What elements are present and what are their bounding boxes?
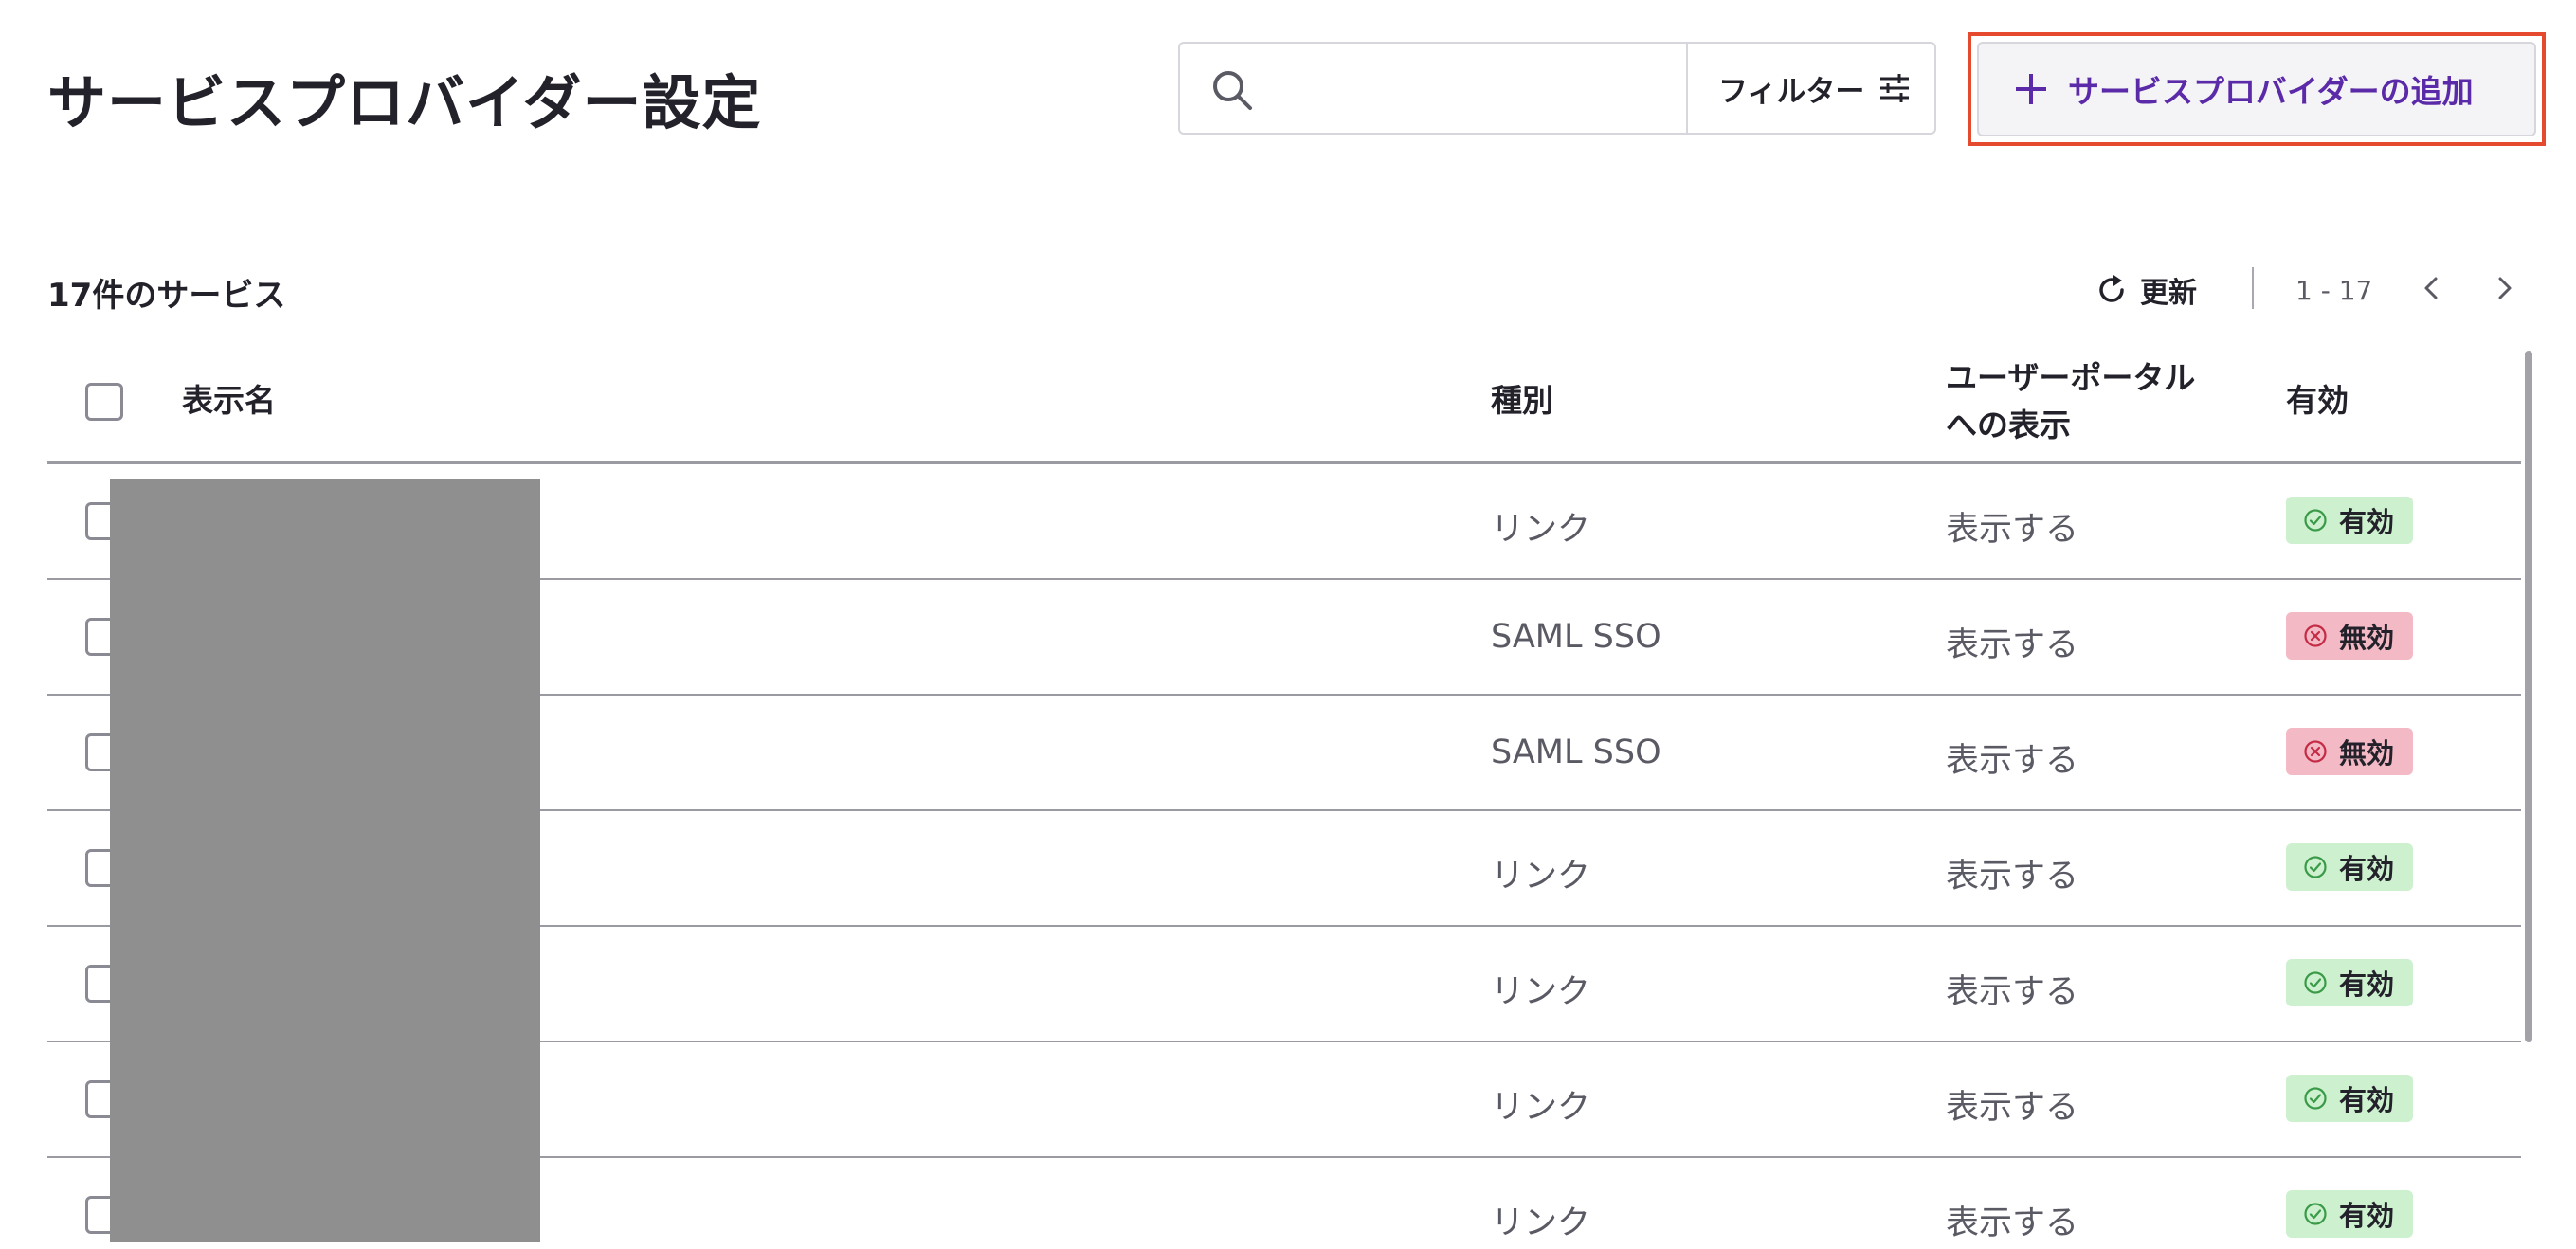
status-badge: 有効 — [2286, 1075, 2414, 1122]
refresh-button[interactable]: 更新 — [2095, 269, 2197, 311]
cell-type: リンク — [1491, 1089, 1591, 1127]
status-label: 有効 — [2339, 968, 2395, 1001]
cell-type: リンク — [1491, 973, 1591, 1011]
page-title: サービスプロバイダー設定 — [47, 68, 762, 137]
table-header: 表示名 種別 ユーザーポータル への表示 有効 — [47, 343, 2521, 464]
cell-portal-display: 表示する — [1946, 742, 2079, 780]
refresh-label: 更新 — [2140, 277, 2197, 310]
cell-type: SAML SSO — [1491, 618, 1661, 656]
status-badge: 無効 — [2286, 728, 2414, 775]
cell-type: リンク — [1491, 1204, 1591, 1242]
pagination-range: 1 - 17 — [2295, 275, 2373, 306]
refresh-icon — [2099, 275, 2124, 302]
column-header-portal-line2[interactable]: への表示 — [1946, 402, 2071, 449]
status-badge: 有効 — [2286, 1190, 2414, 1238]
select-all-checkbox[interactable] — [85, 383, 123, 421]
cell-portal-display: 表示する — [1946, 1204, 2079, 1242]
status-badge: 有効 — [2286, 497, 2414, 544]
status-label: 有効 — [2339, 506, 2395, 538]
check-circle-icon — [2304, 856, 2327, 878]
service-provider-settings-page: サービスプロバイダー設定 フィルター サービスプロバイダーの追加 17件のサービ… — [0, 0, 2576, 1249]
column-header-display-name[interactable]: 表示名 — [182, 377, 276, 425]
status-badge: 無効 — [2286, 612, 2414, 660]
sliders-icon — [1880, 74, 1910, 102]
x-circle-icon — [2304, 740, 2327, 763]
toolbar-divider — [2252, 267, 2254, 309]
plus-icon — [2016, 74, 2046, 104]
check-circle-icon — [2304, 509, 2327, 532]
cell-type: SAML SSO — [1491, 733, 1661, 771]
search-icon — [1213, 71, 1252, 110]
cell-type: リンク — [1491, 858, 1591, 896]
add-button-label: サービスプロバイダーの追加 — [2068, 73, 2474, 110]
service-count: 17件のサービス — [47, 277, 286, 315]
status-label: 有効 — [2339, 1084, 2395, 1116]
cell-type: リンク — [1491, 511, 1591, 549]
cell-portal-display: 表示する — [1946, 973, 2079, 1011]
cell-portal-display: 表示する — [1946, 858, 2079, 896]
column-header-portal-line1[interactable]: ユーザーポータル — [1946, 354, 2195, 402]
status-label: 有効 — [2339, 1200, 2395, 1232]
add-service-provider-button[interactable]: サービスプロバイダーの追加 — [1977, 42, 2536, 136]
x-circle-icon — [2304, 624, 2327, 647]
status-label: 有効 — [2339, 853, 2395, 885]
status-label: 無効 — [2339, 737, 2395, 769]
check-circle-icon — [2304, 1087, 2327, 1110]
table-scrollbar[interactable] — [2525, 351, 2532, 1042]
chevron-right-icon[interactable] — [2487, 271, 2521, 305]
cell-portal-display: 表示する — [1946, 511, 2079, 549]
cell-portal-display: 表示する — [1946, 626, 2079, 664]
chevron-left-icon[interactable] — [2415, 271, 2449, 305]
filter-label: フィルター — [1718, 74, 1865, 109]
check-circle-icon — [2304, 1203, 2327, 1225]
redacted-display-names — [110, 479, 540, 1242]
status-badge: 有効 — [2286, 843, 2414, 891]
column-header-enabled[interactable]: 有効 — [2286, 377, 2349, 425]
status-label: 無効 — [2339, 622, 2395, 654]
status-badge: 有効 — [2286, 959, 2414, 1006]
check-circle-icon — [2304, 971, 2327, 994]
column-header-type[interactable]: 種別 — [1491, 377, 1553, 425]
cell-portal-display: 表示する — [1946, 1089, 2079, 1127]
filter-button[interactable]: フィルター — [1686, 44, 1934, 133]
